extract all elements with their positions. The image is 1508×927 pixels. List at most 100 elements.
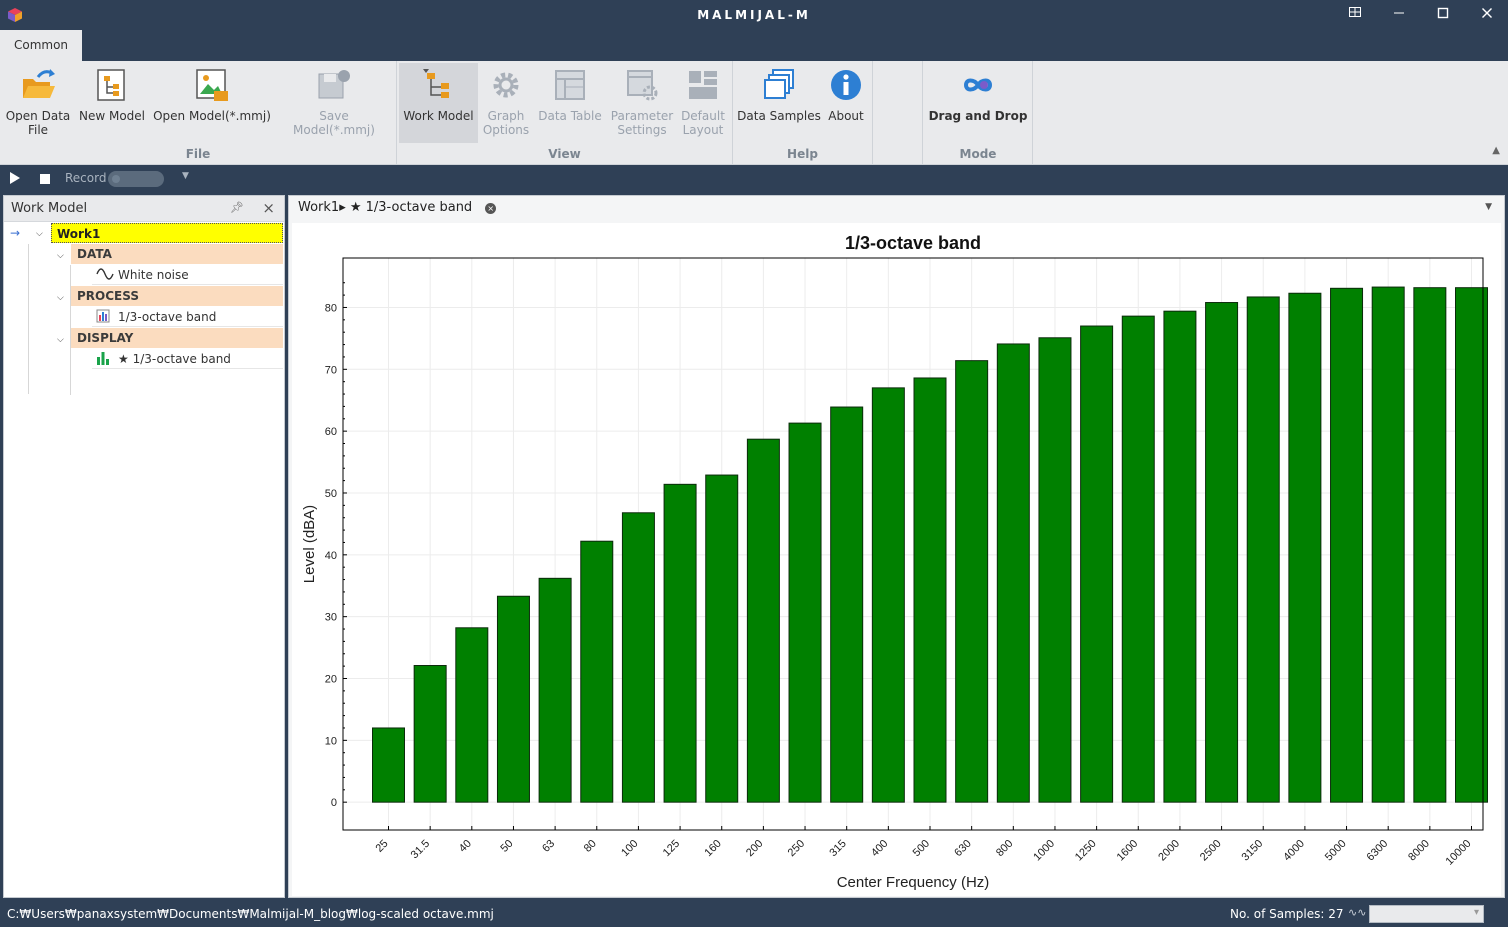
x-tick-label: 10000 bbox=[1444, 838, 1474, 868]
bar bbox=[788, 422, 822, 803]
chevron-down-icon[interactable]: ⌵ bbox=[57, 335, 64, 345]
tree-item-process[interactable]: 1/3-octave band bbox=[92, 307, 283, 327]
default-layout-label: Default Layout bbox=[681, 109, 725, 137]
x-tick-label: 80 bbox=[582, 838, 599, 855]
data-samples-icon bbox=[764, 69, 794, 99]
drag-and-drop-label: Drag and Drop bbox=[928, 109, 1028, 123]
work-model-panel: Work Model 📌︎ × → ⌵ Work1 ⌵ DATA White n… bbox=[3, 195, 285, 898]
group-view-label: View bbox=[548, 147, 581, 161]
x-tick-label: 31.5 bbox=[409, 838, 433, 862]
tree-item-process-label: 1/3-octave band bbox=[118, 310, 217, 324]
tree-section-process[interactable]: PROCESS bbox=[71, 286, 283, 306]
data-table-label: Data Table bbox=[538, 109, 602, 123]
y-tick-label: 30 bbox=[325, 612, 337, 624]
x-tick-label: 100 bbox=[619, 838, 640, 859]
chevron-down-icon[interactable]: ▼ bbox=[182, 171, 189, 181]
x-tick-label: 4000 bbox=[1281, 838, 1307, 864]
tree-item-display-label: ★ 1/3-octave band bbox=[118, 352, 231, 366]
pin-icon[interactable]: 📌︎ bbox=[230, 201, 244, 214]
open-data-file-button[interactable]: Open Data File bbox=[4, 63, 72, 143]
data-table-button[interactable]: Data Table bbox=[536, 63, 604, 143]
bar bbox=[413, 665, 447, 803]
new-model-button[interactable]: New Model bbox=[78, 63, 146, 143]
about-label: About bbox=[828, 109, 864, 123]
data-samples-button[interactable]: Data Samples bbox=[737, 63, 821, 143]
document-tab[interactable]: Work1▸ ★ 1/3-octave band × bbox=[291, 196, 505, 222]
group-separator bbox=[1032, 61, 1033, 165]
current-arrow-icon: → bbox=[10, 226, 21, 240]
chevron-down-icon[interactable]: ⌵ bbox=[57, 251, 64, 261]
chevron-down-icon[interactable]: ⌵ bbox=[57, 293, 64, 303]
x-tick-label: 2500 bbox=[1198, 838, 1224, 864]
open-model-icon bbox=[196, 69, 228, 101]
open-model-button[interactable]: Open Model(*.mmj) bbox=[152, 63, 272, 143]
title-bar: MALMIJAL-M bbox=[0, 0, 1508, 30]
tree-section-data[interactable]: DATA bbox=[71, 244, 283, 264]
data-samples-label: Data Samples bbox=[737, 109, 821, 123]
work-model-icon bbox=[422, 69, 449, 98]
open-model-label: Open Model(*.mmj) bbox=[153, 109, 271, 123]
status-combo[interactable] bbox=[1369, 905, 1484, 923]
chart-container: 1/3-octave band 0 10 20 30 40 50 60 70 80 25 31.5 40… bbox=[292, 223, 1501, 896]
tab-common[interactable]: Common bbox=[0, 30, 82, 61]
group-file-label: File bbox=[185, 147, 211, 161]
y-tick-label: 40 bbox=[325, 550, 337, 562]
x-tick-label: 500 bbox=[911, 838, 932, 859]
bar bbox=[580, 540, 614, 803]
bar bbox=[1246, 296, 1280, 803]
drag-and-drop-button[interactable]: Drag and Drop bbox=[926, 63, 1030, 143]
group-separator bbox=[872, 61, 873, 165]
open-folder-icon bbox=[23, 69, 55, 98]
restore-icon[interactable] bbox=[1340, 4, 1370, 26]
window-title: MALMIJAL-M bbox=[697, 8, 811, 22]
play-icon[interactable] bbox=[10, 172, 20, 184]
work-model-label: Work Model bbox=[403, 109, 474, 123]
x-tick-label: 160 bbox=[702, 838, 723, 859]
maximize-icon[interactable] bbox=[1428, 4, 1458, 26]
tree-section-display[interactable]: DISPLAY bbox=[71, 328, 283, 348]
tree-item-white-noise[interactable]: White noise bbox=[92, 265, 283, 285]
open-data-file-label: Open Data File bbox=[5, 109, 71, 137]
default-layout-button[interactable]: Default Layout bbox=[678, 63, 728, 143]
chevron-down-icon[interactable]: ▼ bbox=[1485, 202, 1492, 212]
group-mode-label: Mode bbox=[959, 147, 997, 161]
close-tab-icon[interactable]: × bbox=[485, 203, 497, 214]
close-icon[interactable] bbox=[1472, 4, 1502, 26]
parameter-settings-button[interactable]: Parameter Settings bbox=[608, 63, 676, 143]
x-tick-label: 2000 bbox=[1156, 838, 1182, 864]
x-tick-label: 125 bbox=[661, 838, 682, 859]
new-model-label: New Model bbox=[78, 109, 146, 123]
bar bbox=[455, 627, 489, 803]
ribbon: Open Data File New Model Open Model(*.mm… bbox=[0, 61, 1508, 165]
minimize-icon[interactable] bbox=[1384, 4, 1414, 26]
close-panel-icon[interactable]: × bbox=[262, 199, 275, 217]
y-tick-label: 70 bbox=[325, 364, 337, 376]
record-toolbar: Record ▼ bbox=[0, 165, 1508, 192]
bar bbox=[996, 343, 1030, 803]
infinity-icon bbox=[963, 78, 993, 92]
save-model-button[interactable]: Save Model(*.mmj) bbox=[278, 63, 390, 143]
record-toggle[interactable] bbox=[108, 171, 164, 187]
parameter-settings-icon bbox=[627, 70, 658, 101]
x-tick-label: 63 bbox=[540, 838, 557, 855]
work-model-button[interactable]: Work Model bbox=[399, 63, 478, 143]
graph-options-button[interactable]: Graph Options bbox=[480, 63, 532, 143]
tree-root-work1[interactable]: Work1 bbox=[51, 223, 283, 243]
bar bbox=[372, 727, 405, 803]
chevron-down-icon[interactable]: ⌵ bbox=[36, 229, 43, 239]
x-tick-label: 50 bbox=[498, 838, 515, 855]
tree-item-display[interactable]: ★ 1/3-octave band bbox=[92, 349, 283, 369]
bar bbox=[1205, 302, 1239, 803]
x-tick-label: 6300 bbox=[1365, 838, 1391, 864]
x-tick-label: 1600 bbox=[1115, 838, 1141, 864]
y-tick-label: 0 bbox=[331, 797, 337, 809]
stop-icon[interactable] bbox=[40, 174, 50, 184]
about-button[interactable]: About bbox=[823, 63, 869, 143]
save-model-icon bbox=[318, 70, 350, 99]
bar bbox=[955, 360, 989, 803]
collapse-ribbon-icon[interactable]: ▲ bbox=[1492, 145, 1500, 156]
document-area: Work1▸ ★ 1/3-octave band × ▼ 1/3-octave … bbox=[288, 195, 1505, 898]
save-model-label: Save Model(*.mmj) bbox=[293, 109, 375, 137]
bar bbox=[1288, 292, 1322, 803]
y-tick-label: 50 bbox=[325, 488, 337, 500]
